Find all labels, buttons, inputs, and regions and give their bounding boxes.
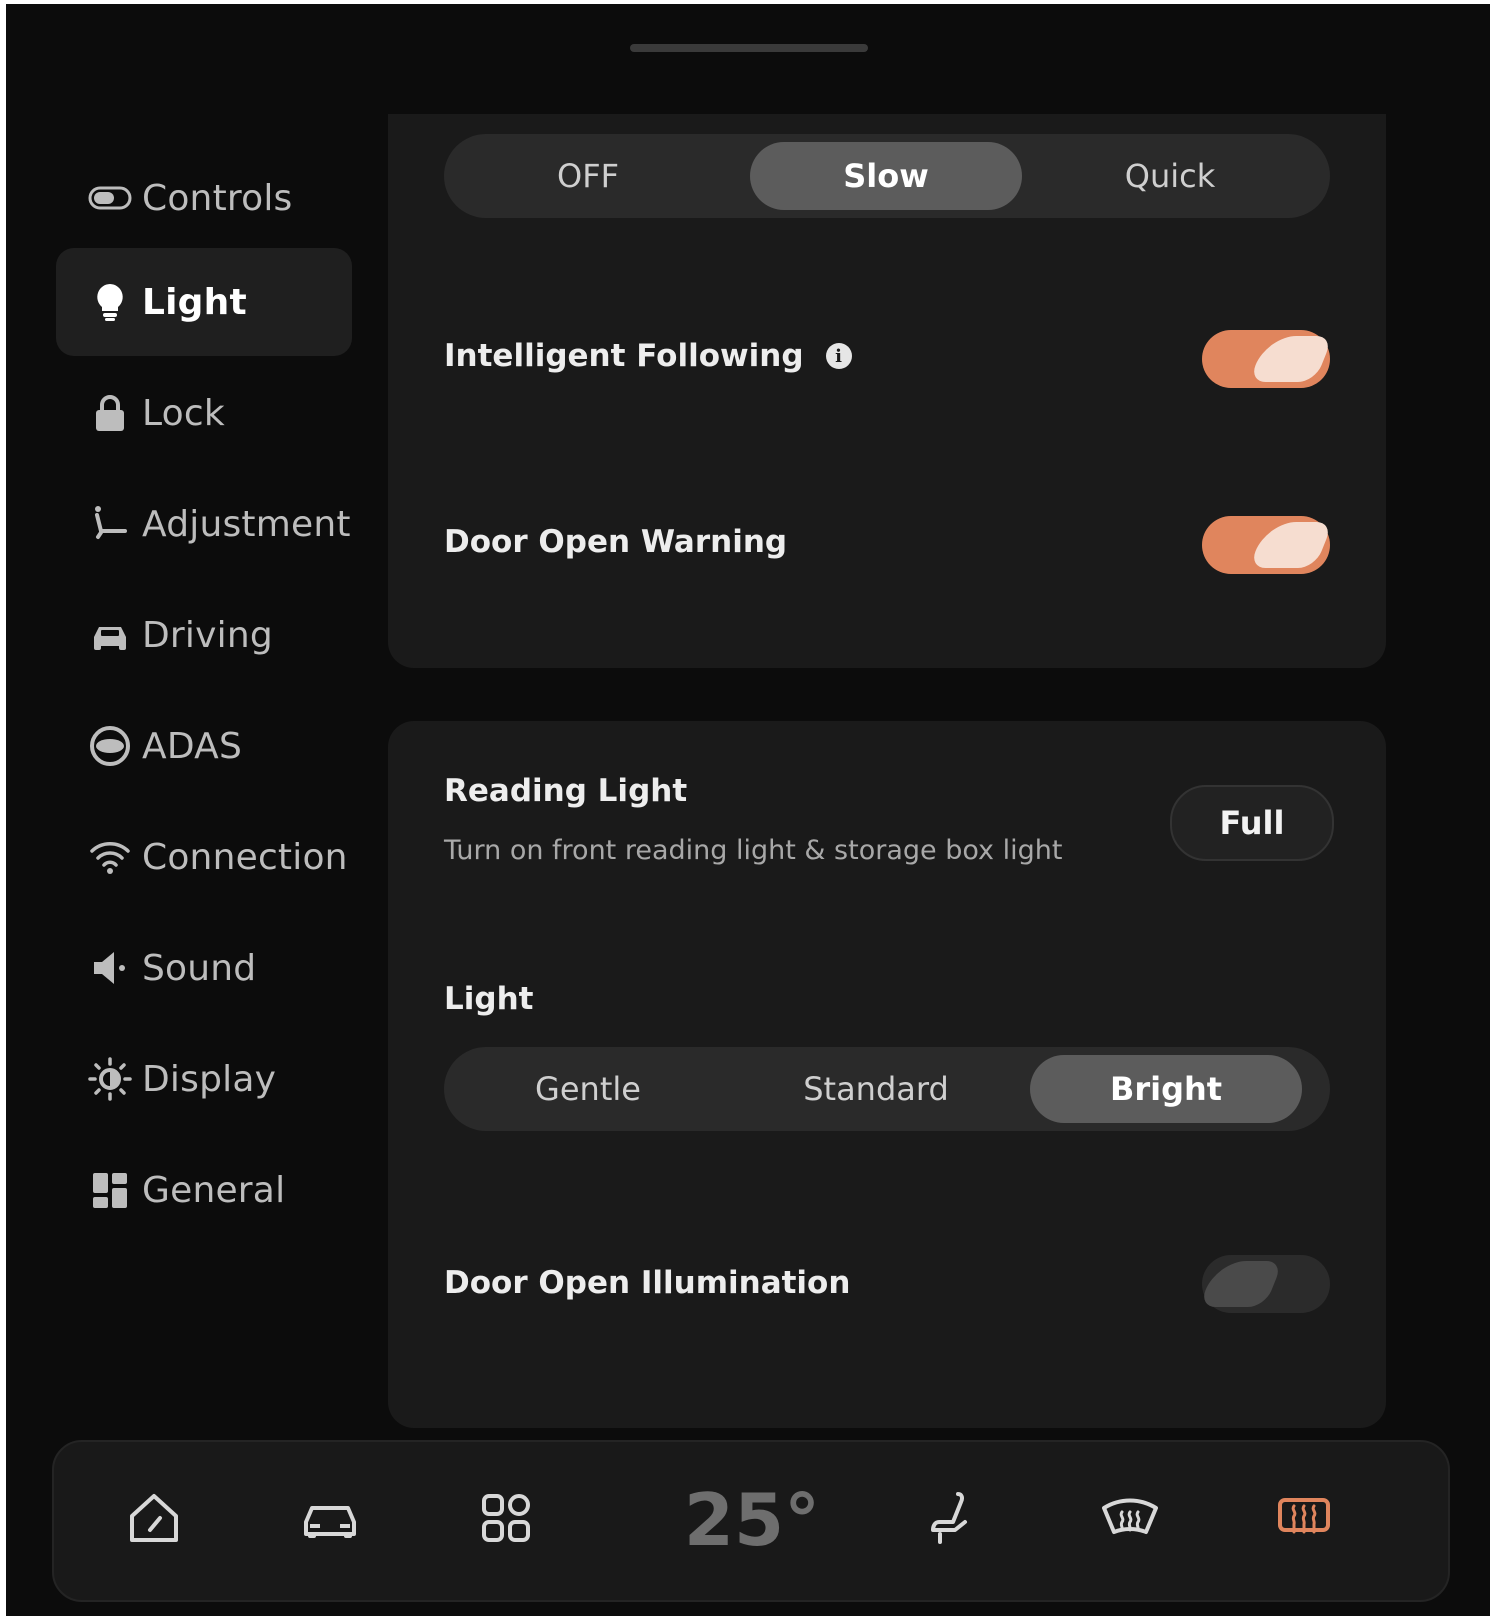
mode-segmented-control: OFF Slow Quick bbox=[444, 134, 1330, 218]
intelligent-following-row: Intelligent Following i bbox=[444, 338, 852, 374]
bulb-icon bbox=[86, 278, 134, 326]
sidebar-item-adjustment[interactable]: Adjustment bbox=[56, 470, 352, 578]
segment-off[interactable]: OFF bbox=[452, 142, 724, 210]
segment-quick[interactable]: Quick bbox=[1034, 142, 1306, 210]
sidebar-item-connection[interactable]: Connection bbox=[56, 803, 352, 911]
rear-defrost-icon bbox=[1272, 1486, 1336, 1554]
car-icon bbox=[86, 611, 134, 659]
sidebar-item-label: General bbox=[142, 1169, 286, 1211]
sidebar-item-light[interactable]: Light bbox=[56, 248, 352, 356]
sidebar-item-label: Light bbox=[142, 281, 247, 323]
apps-icon bbox=[474, 1486, 538, 1554]
light-level-label: Light bbox=[444, 981, 534, 1017]
home-button[interactable] bbox=[114, 1480, 194, 1560]
sidebar-item-general[interactable]: General bbox=[56, 1136, 352, 1244]
sidebar-item-adas[interactable]: ADAS bbox=[56, 692, 352, 800]
sidebar-item-driving[interactable]: Driving bbox=[56, 581, 352, 689]
sidebar-item-label: ADAS bbox=[142, 725, 242, 767]
intelligent-following-toggle[interactable] bbox=[1202, 330, 1334, 388]
toggle-knob bbox=[1248, 336, 1334, 382]
info-icon[interactable]: i bbox=[825, 343, 852, 369]
door-open-illumination-toggle[interactable] bbox=[1198, 1255, 1330, 1313]
sidebar-item-lock[interactable]: Lock bbox=[56, 359, 352, 467]
sidebar-item-label: Controls bbox=[142, 177, 293, 219]
front-defrost-button[interactable] bbox=[1090, 1480, 1170, 1560]
apps-button[interactable] bbox=[466, 1480, 546, 1560]
door-open-warning-label: Door Open Warning bbox=[444, 524, 788, 560]
seat-button[interactable] bbox=[912, 1480, 992, 1560]
sidebar-item-display[interactable]: Display bbox=[56, 1025, 352, 1133]
toggle-knob bbox=[1198, 1261, 1284, 1307]
light-settings-card-bottom: Reading Light Turn on front reading ligh… bbox=[388, 721, 1386, 1428]
light-level-segmented-control: Gentle Standard Bright bbox=[444, 1047, 1330, 1131]
door-open-illumination-label: Door Open Illumination bbox=[444, 1265, 851, 1301]
sidebar-item-label: Display bbox=[142, 1058, 277, 1100]
reading-light-title: Reading Light bbox=[444, 773, 688, 809]
door-open-warning-toggle[interactable] bbox=[1202, 516, 1334, 574]
reading-light-mode-button[interactable]: Full bbox=[1170, 785, 1334, 861]
front-defrost-icon bbox=[1098, 1486, 1162, 1554]
sidebar-item-label: Lock bbox=[142, 392, 225, 434]
sidebar-item-sound[interactable]: Sound bbox=[56, 914, 352, 1022]
sidebar-item-controls[interactable]: Controls bbox=[56, 144, 352, 252]
seat-icon bbox=[920, 1486, 984, 1554]
light-settings-card-top: OFF Slow Quick Intelligent Following i D… bbox=[388, 114, 1386, 668]
wifi-icon bbox=[86, 833, 134, 881]
home-icon bbox=[122, 1486, 186, 1554]
brightness-icon bbox=[86, 1055, 134, 1103]
grid-icon bbox=[86, 1166, 134, 1214]
car-icon bbox=[298, 1486, 362, 1554]
lock-icon bbox=[86, 389, 134, 437]
segment-gentle[interactable]: Gentle bbox=[452, 1055, 724, 1123]
speaker-icon bbox=[86, 944, 134, 992]
toggle-knob bbox=[1248, 522, 1334, 568]
sidebar-item-label: Adjustment bbox=[142, 503, 351, 545]
sidebar-item-label: Driving bbox=[142, 614, 273, 656]
sidebar-item-label: Sound bbox=[142, 947, 257, 989]
seat-icon bbox=[86, 500, 134, 548]
drag-handle[interactable] bbox=[630, 44, 868, 52]
screen: Controls Light Lock Adjustment Driving A… bbox=[6, 4, 1490, 1616]
segment-standard[interactable]: Standard bbox=[740, 1055, 1012, 1123]
reading-light-subtitle: Turn on front reading light & storage bo… bbox=[444, 835, 1063, 866]
adas-icon bbox=[86, 722, 134, 770]
segment-bright[interactable]: Bright bbox=[1030, 1055, 1302, 1123]
vehicle-button[interactable] bbox=[290, 1480, 370, 1560]
rear-defrost-button[interactable] bbox=[1264, 1480, 1344, 1560]
bottom-dock: 25° bbox=[52, 1440, 1450, 1602]
sidebar-item-label: Connection bbox=[142, 836, 348, 878]
temperature-display[interactable]: 25° bbox=[672, 1472, 832, 1568]
toggle-icon bbox=[86, 174, 134, 222]
intelligent-following-label: Intelligent Following bbox=[444, 338, 804, 374]
segment-slow[interactable]: Slow bbox=[750, 142, 1022, 210]
